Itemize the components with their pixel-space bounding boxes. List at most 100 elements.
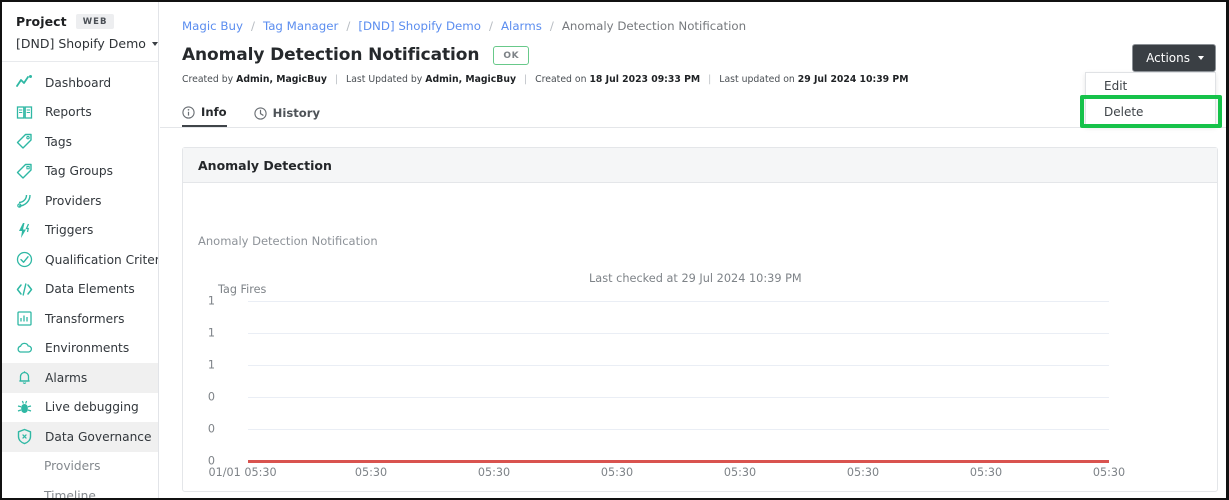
sidebar-item-label: Environments — [45, 341, 129, 355]
project-name-row[interactable]: [DND] Shopify Demo — [16, 36, 158, 51]
sidebar-item-environments[interactable]: Environments — [2, 334, 158, 364]
sidebar-item-label: Reports — [45, 105, 92, 119]
created-on: Created on 18 Jul 2023 09:33 PM — [535, 74, 700, 85]
meta-divider: | — [524, 74, 527, 85]
bug-icon — [16, 399, 33, 416]
breadcrumb-separator: / — [550, 19, 554, 33]
tab-info[interactable]: Info — [182, 99, 227, 127]
sidebar-item-label: Dashboard — [45, 76, 111, 90]
chart-y-axis-title: Tag Fires — [218, 283, 266, 296]
sidebar-item-qualification-criteria[interactable]: Qualification Criteria — [2, 245, 158, 275]
meta-divider: | — [335, 74, 338, 85]
chart-x-tick: 05:30 — [970, 466, 1002, 479]
sidebar-item-live-debugging[interactable]: Live debugging — [2, 393, 158, 423]
tags-icon — [16, 163, 33, 180]
tag-icon — [16, 133, 33, 150]
chart-gridline — [248, 301, 1109, 302]
sidebar-subitem-label: Timeline — [44, 489, 96, 498]
sidebar-item-label: Qualification Criteria — [45, 253, 159, 267]
sidebar-item-label: Transformers — [45, 312, 124, 326]
chart-y-tick: 1 — [208, 295, 215, 308]
tab-bar: Info History — [160, 99, 1228, 128]
info-circle-icon — [182, 106, 195, 119]
sidebar-subitem-timeline[interactable]: Timeline — [2, 481, 158, 498]
chart-x-tick: 05:30 — [1093, 466, 1125, 479]
sidebar-item-data-governance[interactable]: Data Governance — [2, 422, 158, 452]
code-icon — [16, 281, 33, 298]
check-circle-icon — [16, 251, 33, 268]
tab-label: History — [273, 106, 320, 120]
breadcrumb-item-current: Anomaly Detection Notification — [562, 19, 746, 33]
anomaly-detection-card: Anomaly Detection Anomaly Detection Noti… — [182, 147, 1218, 492]
created-on-label: Created on — [535, 74, 586, 85]
chart-x-tick: 05:30 — [847, 466, 879, 479]
sidebar-item-label: Live debugging — [45, 400, 139, 414]
actions-button-label: Actions — [1146, 51, 1190, 65]
created-by-value: Admin, MagicBuy — [236, 74, 327, 85]
breadcrumb-item-tag-manager[interactable]: Tag Manager — [263, 19, 338, 33]
updated-by-value: Admin, MagicBuy — [425, 74, 516, 85]
cloud-icon — [16, 340, 33, 357]
updated-by-label: Last Updated by — [346, 74, 422, 85]
chart-subtitle: Anomaly Detection Notification — [198, 234, 378, 248]
sidebar-item-label: Tags — [45, 135, 72, 149]
created-by-label: Created by — [182, 74, 233, 85]
menu-item-label: Edit — [1104, 79, 1127, 93]
breadcrumb-separator: / — [346, 19, 350, 33]
sidebar-item-label: Triggers — [45, 223, 93, 237]
sidebar-subitem-providers[interactable]: Providers — [2, 452, 158, 482]
chart-gridline — [248, 333, 1109, 334]
chevron-down-icon — [152, 42, 158, 46]
project-header-row: Project WEB — [16, 14, 158, 29]
card-header: Anomaly Detection — [183, 148, 1217, 183]
chart-x-tick: 01/01 05:30 — [209, 466, 277, 479]
updated-on-label: Last updated on — [719, 74, 795, 85]
anomaly-chart[interactable]: 11100001/01 05:3005:3005:3005:3005:3005:… — [223, 301, 1109, 461]
updated-on: Last updated on 29 Jul 2024 10:39 PM — [719, 74, 908, 85]
metadata-row: Created by Admin, MagicBuy | Last Update… — [160, 65, 1228, 85]
menu-item-edit[interactable]: Edit — [1086, 73, 1215, 99]
bolt-icon — [16, 222, 33, 239]
menu-item-label: Delete — [1104, 105, 1143, 119]
chart-x-tick: 05:30 — [601, 466, 633, 479]
sidebar-item-label: Tag Groups — [45, 164, 113, 178]
sidebar-item-reports[interactable]: Reports — [2, 98, 158, 128]
updated-on-value: 29 Jul 2024 10:39 PM — [798, 74, 909, 85]
sidebar-item-label: Data Elements — [45, 282, 135, 296]
title-row: Anomaly Detection Notification OK — [160, 33, 1228, 65]
project-label: Project — [16, 14, 67, 29]
breadcrumb-item-shopify-demo[interactable]: [DND] Shopify Demo — [358, 19, 481, 33]
sidebar-item-label: Data Governance — [45, 430, 152, 444]
sidebar-nav: Dashboard Reports Tags Tag Groups — [2, 62, 158, 498]
last-checked-text: Last checked at 29 Jul 2024 10:39 PM — [589, 272, 802, 285]
project-name: [DND] Shopify Demo — [16, 36, 146, 51]
updated-by: Last Updated by Admin, MagicBuy — [346, 74, 516, 85]
shield-icon — [16, 428, 33, 445]
broadcast-icon — [16, 192, 33, 209]
tab-history[interactable]: History — [254, 99, 320, 127]
page-title: Anomaly Detection Notification — [182, 45, 479, 65]
actions-button[interactable]: Actions — [1132, 44, 1216, 72]
created-on-value: 18 Jul 2023 09:33 PM — [589, 74, 700, 85]
sidebar-item-tag-groups[interactable]: Tag Groups — [2, 157, 158, 187]
sidebar-item-transformers[interactable]: Transformers — [2, 304, 158, 334]
line-chart-icon — [16, 74, 33, 91]
breadcrumb-item-magic-buy[interactable]: Magic Buy — [182, 19, 243, 33]
breadcrumb-item-alarms[interactable]: Alarms — [501, 19, 542, 33]
chart-x-tick: 05:30 — [478, 466, 510, 479]
sidebar-item-providers[interactable]: Providers — [2, 186, 158, 216]
chevron-down-icon — [1198, 56, 1204, 60]
sidebar-item-alarms[interactable]: Alarms — [2, 363, 158, 393]
card-body: Anomaly Detection Notification Last chec… — [183, 183, 1217, 491]
sidebar-item-data-elements[interactable]: Data Elements — [2, 275, 158, 305]
chart-x-tick: 05:30 — [724, 466, 756, 479]
main-content: Magic Buy / Tag Manager / [DND] Shopify … — [160, 2, 1228, 498]
sidebar-item-tags[interactable]: Tags — [2, 127, 158, 157]
project-selector[interactable]: Project WEB [DND] Shopify Demo — [2, 2, 158, 62]
sidebar-item-triggers[interactable]: Triggers — [2, 216, 158, 246]
chart-y-tick: 0 — [208, 423, 215, 436]
bell-icon — [16, 369, 33, 386]
menu-item-delete[interactable]: Delete — [1086, 99, 1215, 125]
sidebar-item-dashboard[interactable]: Dashboard — [2, 68, 158, 98]
tab-label: Info — [201, 105, 227, 119]
